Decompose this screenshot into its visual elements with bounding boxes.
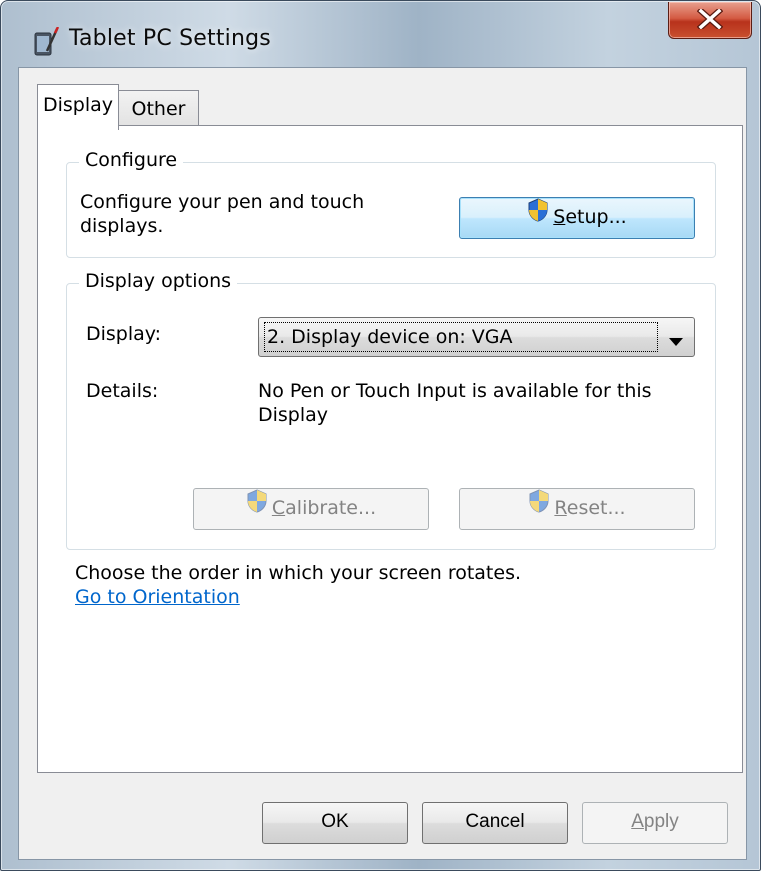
setup-button-label: etup... xyxy=(565,206,627,228)
ok-button[interactable]: OK xyxy=(262,802,408,844)
tablet-pc-icon xyxy=(33,26,60,57)
tab-other[interactable]: Other xyxy=(119,90,199,126)
display-label: Display: xyxy=(86,323,162,345)
calibrate-mnemonic: C xyxy=(271,497,286,519)
orientation-description: Choose the order in which your screen ro… xyxy=(75,562,522,584)
details-value: No Pen or Touch Input is available for t… xyxy=(258,380,652,426)
configure-group: Configure Configure your pen and touch d… xyxy=(66,149,716,258)
cancel-button[interactable]: Cancel xyxy=(422,802,568,844)
setup-mnemonic: S xyxy=(553,206,566,228)
title-bar[interactable]: Tablet PC Settings xyxy=(1,1,760,67)
reset-button-label: eset... xyxy=(566,497,626,519)
tablet-pc-settings-window: Tablet PC Settings Display Other Configu… xyxy=(0,0,761,871)
uac-shield-icon xyxy=(528,488,550,526)
close-button[interactable] xyxy=(668,2,752,39)
setup-button[interactable]: Setup... xyxy=(459,197,695,239)
chevron-down-icon xyxy=(668,332,684,351)
uac-shield-icon xyxy=(527,197,549,235)
display-options-group-label: Display options xyxy=(79,270,238,292)
display-select-value: 2. Display device on: VGA xyxy=(264,322,658,352)
uac-shield-icon xyxy=(246,488,268,526)
window-title: Tablet PC Settings xyxy=(69,26,271,51)
apply-button[interactable]: Apply xyxy=(582,802,728,844)
details-label: Details: xyxy=(86,380,159,402)
calibrate-button-label: alibrate... xyxy=(285,497,377,519)
apply-mnemonic: A xyxy=(631,811,644,832)
go-to-orientation-link[interactable]: Go to Orientation xyxy=(75,585,240,609)
tab-display[interactable]: Display xyxy=(37,84,119,130)
configure-description: Configure your pen and touch displays. xyxy=(80,191,365,237)
apply-button-label: pply xyxy=(643,811,679,832)
dialog-client-area: Display Other Configure Configure your p… xyxy=(18,67,747,860)
display-select[interactable]: 2. Display device on: VGA xyxy=(258,317,695,357)
calibrate-button[interactable]: Calibrate... xyxy=(193,488,429,530)
reset-button[interactable]: Reset... xyxy=(459,488,695,530)
configure-group-label: Configure xyxy=(79,149,184,171)
reset-mnemonic: R xyxy=(554,497,567,519)
display-options-group: Display options Display: 2. Display devi… xyxy=(66,270,716,550)
